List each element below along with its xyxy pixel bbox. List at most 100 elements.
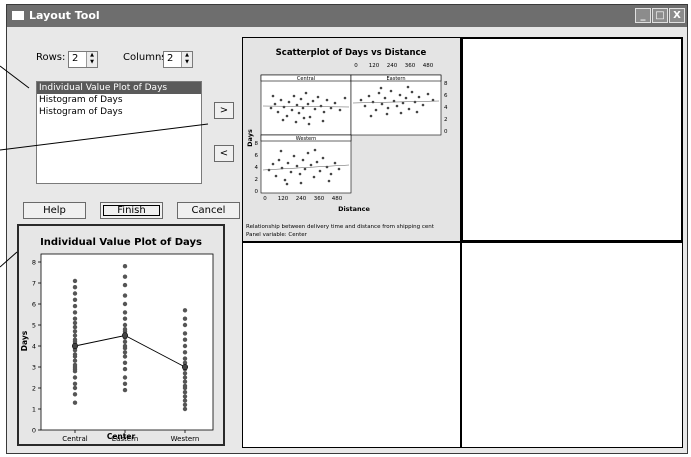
- scatter-top-tick: 480: [423, 63, 434, 69]
- data-point: [182, 406, 188, 412]
- app-icon: [12, 11, 24, 20]
- scatter-right-tick: 6: [444, 93, 448, 99]
- y-tick-label: 6: [32, 301, 36, 309]
- scatter-panel-western: [260, 134, 352, 194]
- data-point: [72, 278, 78, 284]
- title-bar[interactable]: Layout Tool _ □ X: [7, 5, 687, 27]
- list-item-histogram-1[interactable]: Histogram of Days: [37, 94, 201, 106]
- x-tick-label: Eastern: [112, 435, 139, 443]
- data-point: [72, 324, 78, 330]
- data-point: [122, 354, 128, 359]
- data-point: [182, 398, 188, 403]
- data-point: [72, 400, 78, 405]
- data-point: [72, 316, 78, 321]
- data-point: [122, 301, 128, 307]
- data-point: [182, 402, 188, 407]
- mean-symbol: [71, 342, 79, 350]
- data-point: [72, 320, 78, 326]
- scatter-x-label: Distance: [338, 205, 370, 213]
- rows-spinner[interactable]: 2 ▲ ▼: [68, 51, 98, 68]
- iv-y-label: Days: [20, 330, 29, 351]
- data-point: [72, 362, 78, 368]
- data-point: [72, 285, 78, 290]
- close-button[interactable]: X: [669, 8, 685, 23]
- scatter-panel-variable-note: Panel variable: Center: [246, 232, 308, 238]
- mean-symbol: [121, 332, 129, 339]
- cancel-button[interactable]: Cancel: [177, 202, 240, 219]
- y-tick-label: 3: [32, 364, 36, 372]
- data-point: [122, 381, 128, 386]
- scatter-y-tick: 6: [255, 153, 259, 159]
- scatter-right-tick: 4: [444, 105, 448, 111]
- panel-label-western: Western: [296, 136, 317, 142]
- rows-spin-arrows[interactable]: ▲ ▼: [86, 52, 97, 67]
- list-item-individual-value-plot[interactable]: Individual Value Plot of Days: [37, 82, 201, 94]
- data-point: [182, 337, 188, 342]
- grid-cell-bottom-right[interactable]: [461, 242, 683, 448]
- data-point: [122, 316, 128, 321]
- help-button[interactable]: Help: [23, 202, 86, 219]
- y-tick-label: 0: [32, 427, 36, 435]
- data-point: [182, 375, 188, 380]
- data-point: [122, 350, 128, 355]
- data-point: [122, 274, 128, 279]
- data-point: [122, 293, 128, 298]
- data-point: [122, 322, 128, 328]
- data-point: [72, 385, 78, 391]
- data-point: [72, 375, 78, 380]
- data-point: [72, 381, 78, 386]
- scatter-x-tick: 120: [278, 196, 289, 202]
- scatter-top-tick: 120: [369, 63, 380, 69]
- graph-listbox[interactable]: Individual Value Plot of Days Histogram …: [36, 81, 202, 184]
- grid-cell-bottom-left[interactable]: [242, 242, 461, 448]
- rows-value: 2: [72, 53, 79, 64]
- mean-symbol: [181, 363, 189, 371]
- y-tick-label: 7: [32, 280, 36, 288]
- scatter-y-label: Days: [246, 129, 254, 147]
- panel-label-central: Central: [297, 76, 315, 82]
- data-point: [182, 343, 188, 349]
- scatter-x-tick: 0: [263, 196, 267, 202]
- data-point: [182, 371, 188, 376]
- data-point: [122, 282, 128, 288]
- scatter-top-tick: 0: [354, 63, 358, 69]
- data-point: [182, 316, 188, 321]
- move-right-button[interactable]: >: [214, 102, 234, 119]
- scatter-y-tick: 2: [255, 177, 259, 183]
- data-point: [72, 291, 78, 296]
- data-point: [122, 310, 128, 315]
- data-point: [72, 392, 78, 397]
- columns-spinner[interactable]: 2 ▲ ▼: [163, 51, 193, 68]
- data-point: [122, 387, 128, 393]
- finish-button[interactable]: Finish: [100, 202, 163, 219]
- scatter-x-tick: 240: [296, 196, 307, 202]
- panel-label-eastern: Eastern: [386, 76, 405, 82]
- y-tick-label: 5: [32, 322, 36, 330]
- scatter-x-tick: 480: [332, 196, 343, 202]
- data-point: [122, 360, 128, 365]
- x-tick-label: Central: [62, 435, 88, 443]
- maximize-button[interactable]: □: [652, 8, 668, 23]
- data-point: [182, 379, 188, 384]
- columns-spin-arrows[interactable]: ▲ ▼: [181, 52, 192, 67]
- data-point: [182, 356, 188, 361]
- individual-value-plot: Individual Value Plot of Days Center Day…: [20, 237, 214, 443]
- grid-cell-top-right[interactable]: [461, 37, 683, 242]
- scatter-x-tick: 360: [314, 196, 325, 202]
- data-point: [72, 352, 78, 357]
- scatter-y-tick: 4: [255, 165, 259, 171]
- data-point: [182, 322, 188, 328]
- scatter-footnote: Relationship between delivery time and d…: [246, 224, 435, 230]
- scatter-y-tick: 0: [255, 189, 259, 195]
- y-tick-label: 2: [32, 385, 36, 393]
- move-left-button[interactable]: <: [214, 145, 234, 162]
- list-item-histogram-2[interactable]: Histogram of Days: [37, 106, 201, 118]
- graph-preview-panel: Individual Value Plot of Days Center Day…: [17, 224, 225, 446]
- data-point: [182, 394, 188, 399]
- rows-label: Rows:: [36, 52, 66, 63]
- x-tick-label: Western: [171, 435, 200, 443]
- y-tick-label: 4: [32, 343, 36, 351]
- minimize-button[interactable]: _: [635, 8, 651, 23]
- data-point: [182, 331, 188, 336]
- grid-cell-top-left[interactable]: Scatterplot of Days vs Distance 0 120 24…: [242, 37, 461, 242]
